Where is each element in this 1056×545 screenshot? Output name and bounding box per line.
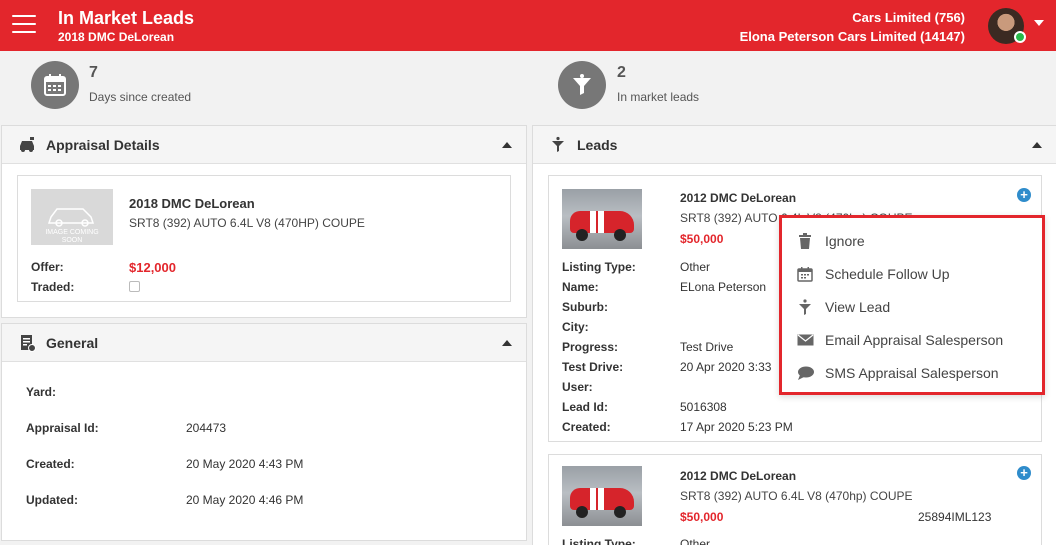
account-line-1: Cars Limited (756) bbox=[852, 10, 965, 25]
online-status-icon bbox=[1014, 31, 1026, 43]
menu-item-label: Email Appraisal Salesperson bbox=[825, 332, 1004, 348]
listing-type-label: Listing Type: bbox=[562, 260, 636, 274]
appraisal-details-panel: Appraisal Details IMAGE COMING SOON 2018… bbox=[1, 125, 527, 318]
menu-item-schedule-follow-up[interactable]: Schedule Follow Up bbox=[796, 260, 1026, 288]
listing-type-value: Other bbox=[680, 260, 711, 274]
car-icon bbox=[20, 137, 34, 152]
user-label: User: bbox=[562, 380, 593, 394]
calendar-icon bbox=[31, 61, 79, 109]
lead-created-label: Created: bbox=[562, 420, 611, 434]
envelope-icon bbox=[796, 331, 814, 349]
lead-id-value: 5016308 bbox=[680, 400, 727, 414]
appraisal-vehicle-card: IMAGE COMING SOON 2018 DMC DeLorean SRT8… bbox=[17, 175, 511, 302]
menu-item-label: View Lead bbox=[825, 299, 891, 315]
page-subtitle: 2018 DMC DeLorean bbox=[58, 30, 175, 44]
leads-header[interactable]: Leads bbox=[533, 126, 1056, 164]
general-title: General bbox=[46, 335, 99, 351]
lead-stock-number: 25894IML123 bbox=[918, 510, 992, 524]
created-label: Created: bbox=[26, 457, 75, 471]
lead-actions-plus-icon[interactable]: + bbox=[1017, 188, 1031, 202]
offer-label: Offer: bbox=[31, 260, 64, 274]
in-market-leads-label: In market leads bbox=[617, 90, 700, 104]
menu-item-label: SMS Appraisal Salesperson bbox=[825, 365, 999, 381]
menu-item-view-lead[interactable]: View Lead bbox=[796, 293, 1026, 321]
funnel-icon bbox=[558, 61, 606, 109]
general-header[interactable]: General bbox=[2, 324, 526, 362]
collapse-chevron-up-icon[interactable] bbox=[1032, 142, 1042, 148]
appraisal-id-value: 204473 bbox=[186, 421, 227, 435]
image-coming-soon-text: IMAGE COMING SOON bbox=[45, 229, 99, 244]
lead-price: $50,000 bbox=[680, 510, 724, 524]
user-menu-chevron-down-icon[interactable] bbox=[1034, 20, 1044, 26]
lead-car-title: 2012 DMC DeLorean bbox=[680, 469, 797, 483]
lead-car-title: 2012 DMC DeLorean bbox=[680, 191, 797, 205]
appraisal-car-title: 2018 DMC DeLorean bbox=[129, 196, 255, 211]
in-market-leads-value: 2 bbox=[617, 64, 626, 81]
listing-type-label: Listing Type: bbox=[562, 537, 636, 545]
lead-vehicle-image[interactable] bbox=[562, 189, 642, 249]
lead-vehicle-image[interactable] bbox=[562, 466, 642, 526]
yard-label: Yard: bbox=[26, 385, 57, 399]
chat-bubble-icon bbox=[796, 364, 814, 382]
general-panel: General Yard: Appraisal Id: 204473 Creat… bbox=[1, 323, 527, 541]
appraisal-details-header[interactable]: Appraisal Details bbox=[2, 126, 526, 164]
page-title: In Market Leads bbox=[58, 8, 195, 28]
updated-value: 20 May 2020 4:46 PM bbox=[186, 493, 304, 507]
funnel-icon bbox=[796, 298, 814, 316]
name-value: ELona Peterson bbox=[680, 280, 767, 294]
trash-icon bbox=[796, 232, 814, 250]
lead-created-value: 17 Apr 2020 5:23 PM bbox=[680, 420, 793, 434]
name-label: Name: bbox=[562, 280, 599, 294]
collapse-chevron-up-icon[interactable] bbox=[502, 142, 512, 148]
menu-item-label: Schedule Follow Up bbox=[825, 266, 950, 282]
listing-type-value: Other bbox=[680, 537, 711, 545]
appraisal-id-label: Appraisal Id: bbox=[26, 421, 99, 435]
updated-label: Updated: bbox=[26, 493, 78, 507]
menu-item-label: Ignore bbox=[825, 233, 865, 249]
leads-title: Leads bbox=[577, 137, 618, 153]
offer-value: $12,000 bbox=[129, 260, 176, 275]
document-icon bbox=[21, 335, 36, 352]
menu-item-email-appraisal-salesperson[interactable]: Email Appraisal Salesperson bbox=[796, 326, 1026, 354]
vehicle-image-placeholder: IMAGE COMING SOON bbox=[31, 189, 113, 245]
test-drive-value: 20 Apr 2020 3:33 bbox=[680, 360, 772, 374]
progress-label: Progress: bbox=[562, 340, 619, 354]
city-label: City: bbox=[562, 320, 589, 334]
appraisal-details-title: Appraisal Details bbox=[46, 137, 160, 153]
lead-card: 2012 DMC DeLorean SRT8 (392) AUTO 6.4L V… bbox=[548, 454, 1042, 545]
app-header: In Market Leads 2018 DMC DeLorean Cars L… bbox=[0, 0, 1056, 51]
lead-id-label: Lead Id: bbox=[562, 400, 609, 414]
hamburger-menu-icon[interactable] bbox=[12, 15, 36, 35]
created-value: 20 May 2020 4:43 PM bbox=[186, 457, 304, 471]
funnel-icon bbox=[552, 136, 564, 152]
suburb-label: Suburb: bbox=[562, 300, 608, 314]
progress-value: Test Drive bbox=[680, 340, 734, 354]
menu-item-sms-appraisal-salesperson[interactable]: SMS Appraisal Salesperson bbox=[796, 359, 1026, 387]
collapse-chevron-up-icon[interactable] bbox=[502, 340, 512, 346]
lead-car-spec: SRT8 (392) AUTO 6.4L V8 (470hp) COUPE bbox=[680, 489, 913, 503]
lead-actions-menu: Ignore Schedule Follow Up View Lead Emai… bbox=[779, 215, 1045, 395]
lead-price: $50,000 bbox=[680, 232, 724, 246]
test-drive-label: Test Drive: bbox=[562, 360, 624, 374]
menu-item-ignore[interactable]: Ignore bbox=[796, 227, 1026, 255]
account-line-2: Elona Peterson Cars Limited (14147) bbox=[739, 29, 965, 44]
lead-actions-plus-icon[interactable]: + bbox=[1017, 466, 1031, 480]
appraisal-car-spec: SRT8 (392) AUTO 6.4L V8 (470HP) COUPE bbox=[129, 216, 365, 230]
days-since-created-label: Days since created bbox=[89, 90, 192, 104]
calendar-icon bbox=[796, 265, 814, 283]
days-since-created-value: 7 bbox=[89, 64, 98, 81]
account-info[interactable]: Cars Limited (756) Elona Peterson Cars L… bbox=[740, 8, 965, 46]
traded-label: Traded: bbox=[31, 280, 75, 294]
traded-checkbox[interactable] bbox=[129, 281, 140, 292]
